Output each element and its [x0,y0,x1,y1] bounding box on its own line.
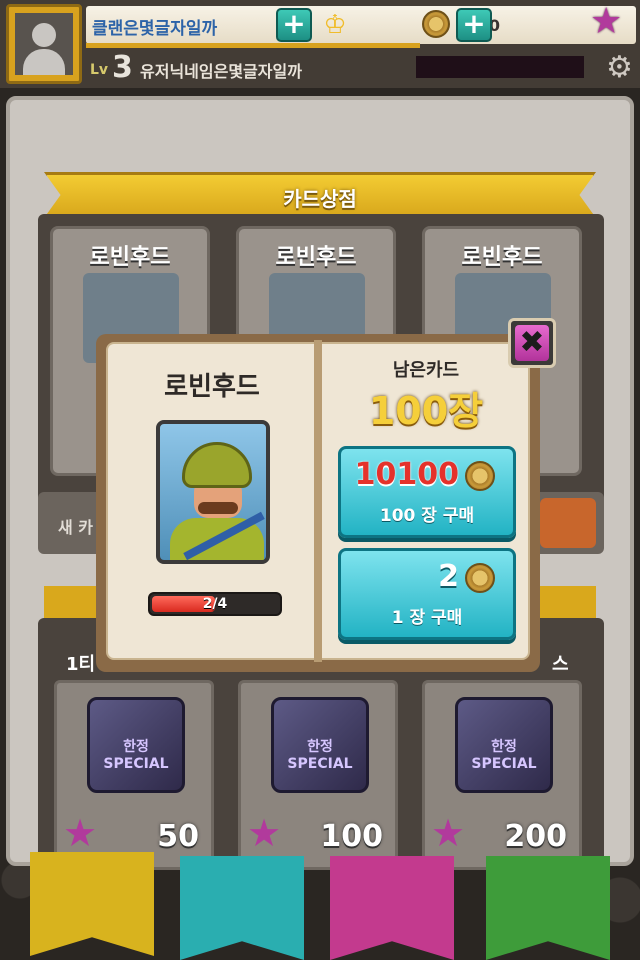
chest-label: 한정 SPECIAL [287,739,353,772]
top-hud: 클랜은몇글자일까 ♔ + 2820 + ★ Lv 3 유저닉네임은몇글자일까 ⚙ [0,0,640,88]
tab-teal[interactable] [180,856,304,960]
level-number: 3 [112,50,133,85]
card-shop-title: 카드상점 [283,187,357,211]
buy-one-price: 2 [438,559,459,594]
chest-item[interactable]: 한정 SPECIAL ★ 50 [54,680,214,870]
chest-item[interactable]: 한정 SPECIAL ★ 100 [238,680,398,870]
clan-bar: 클랜은몇글자일까 ♔ + 2820 + [86,6,636,44]
shop-card-name: 로빈후드 [461,245,543,270]
dialog-card-name: 로빈후드 [164,372,260,402]
star-icon[interactable]: ★ [590,2,622,42]
chest-icon: 한정 SPECIAL [87,697,185,793]
level-prefix: Lv [90,62,109,78]
buy-one-label: 1 장 구매 [391,608,463,628]
chest-icon: 한정 SPECIAL [455,697,553,793]
coin-icon [422,10,450,38]
buy-all-price: 10100 [354,457,459,492]
player-avatar[interactable] [6,4,82,84]
bottom-tabs [0,848,640,960]
player-nickname: 유저닉네임은몇글자일까 [140,62,302,81]
chest-title: 1티 [66,654,96,675]
coin-icon [465,461,495,491]
new-card-text: 새 카 [58,518,94,537]
crown-icon[interactable]: ♔ [318,10,352,40]
chest-item[interactable]: 한정 SPECIAL ★ 200 [422,680,582,870]
close-button[interactable]: ✖ [508,318,556,368]
buy-all-button[interactable]: 10100 100 장 구매 [338,446,516,538]
robin-hood-portrait [156,420,270,564]
book-spine [314,340,322,662]
orange-button[interactable] [540,498,596,548]
buy-one-button[interactable]: 2 1 장 구매 [338,548,516,640]
remaining-count: 100장 [368,389,484,433]
clan-name: 클랜은몇글자일까 [92,19,218,39]
chest-title: 스 [552,654,569,675]
level-row: Lv 3 유저닉네임은몇글자일까 ⚙ [86,48,640,88]
add-gold-button[interactable]: + [456,8,492,42]
tab-yellow[interactable] [30,852,154,956]
chest-icon: 한정 SPECIAL [271,697,369,793]
tab-magenta[interactable] [330,856,454,960]
shop-card-name: 로빈후드 [275,245,357,270]
card-shop-banner: 카드상점 [44,172,596,218]
buy-all-label: 100 장 구매 [379,506,475,526]
gear-icon[interactable]: ⚙ [606,50,633,86]
chest-label: 한정 SPECIAL [471,739,537,772]
card-purchase-dialog: 로빈후드 2/4 남은카드 100장 10100 100 장 구매 2 1 장 … [96,334,540,672]
remaining-label: 남은카드 [392,360,460,381]
message-bar [416,56,584,78]
card-progress-bar: 2/4 [148,592,282,616]
close-icon: ✖ [515,325,549,361]
chest-label: 한정 SPECIAL [103,739,169,772]
tab-green[interactable] [486,856,610,960]
coin-icon [465,563,495,593]
plus-icon: + [282,7,306,40]
plus-icon: + [462,7,486,40]
add-clan-button[interactable]: + [276,8,312,42]
shop-card-name: 로빈후드 [89,245,171,270]
avatar-icon [15,13,73,75]
progress-text: 2/4 [202,596,228,612]
